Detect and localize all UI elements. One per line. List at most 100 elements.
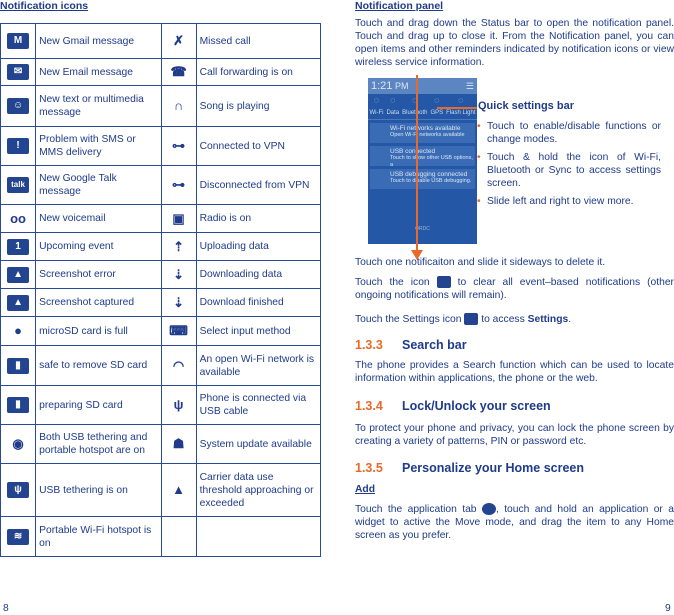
vpn-key-icon: ⊶	[172, 177, 186, 192]
icon-cell: !	[0, 126, 37, 166]
table-row: ◉ Both USB tethering and portable hotspot…	[0, 424, 322, 464]
paragraph-delete: Touch one notificaiton and slide it side…	[355, 257, 606, 268]
icon-cell: 1	[0, 232, 37, 261]
sd-remove-icon: ▮	[7, 357, 30, 374]
section-number: 1.3.4	[355, 399, 383, 413]
icon-cell: ⇡	[160, 232, 197, 261]
icon-cell: oo	[0, 204, 37, 233]
icon-cell: ⇣	[160, 288, 197, 317]
icon-cell: ▣	[160, 204, 197, 233]
icon-cell: ✉	[0, 58, 37, 86]
callout-label: Quick settings bar	[478, 100, 574, 112]
upload-icon: ⇡	[173, 238, 184, 254]
quick-setting-label: Bluetooth	[402, 109, 428, 116]
text: to access	[481, 314, 525, 325]
radio-icon: ▣	[172, 210, 185, 226]
icon-cell: ☎	[160, 58, 197, 86]
icon-cell: ▮	[0, 385, 37, 425]
icon-cell: ⊶	[160, 165, 197, 205]
quick-setting-icon: ◌	[412, 94, 418, 105]
quick-setting-1[interactable]: ◌ Data	[386, 94, 399, 120]
quick-setting-icon: ◌	[434, 94, 440, 105]
text: .	[568, 314, 572, 325]
notification-subtitle: Open Wi-Fi networks available	[390, 132, 465, 138]
icon-cell: ✗	[160, 23, 197, 59]
section-number: 1.3.5	[355, 461, 383, 475]
sd-prepare-icon: ▮	[7, 397, 30, 413]
icon-description: System update available	[195, 424, 322, 464]
table-row: ≋ Portable Wi-Fi hotspot is on	[0, 516, 322, 557]
usb-tether-icon: ψ	[7, 482, 30, 498]
table-row: ▲ Screenshot captured ⇣ Download finished	[0, 288, 322, 317]
icon-description: An open Wi-Fi network is available	[195, 345, 322, 386]
icon-description: Download finished	[195, 288, 322, 317]
quick-setting-icon: ◌	[390, 94, 396, 105]
table-row: ▲ Screenshot error ⇣ Downloading data	[0, 260, 322, 289]
vpn-key-icon: ⊶	[172, 138, 186, 153]
hotspot-usb-icon: ◉	[12, 436, 24, 451]
headphones-icon: ∩	[173, 98, 184, 113]
icon-description: Phone is connected via USB cable	[195, 385, 322, 425]
icon-description: New Email message	[35, 58, 162, 86]
icon-description: New Gmail message	[35, 23, 162, 59]
screenshot-icon: ▲	[7, 294, 30, 311]
bullet-item: Touch & hold the icon of Wi-Fi, Bluetoot…	[477, 151, 661, 190]
icon-description: Disconnected from VPN	[195, 165, 322, 205]
table-row: ▮ preparing SD card ψ Phone is connected vi…	[0, 385, 322, 425]
icon-description: Radio is on	[195, 204, 322, 233]
missed-call-icon: ✗	[173, 33, 184, 48]
icon-description: Both USB tethering and portable hotspot …	[35, 424, 162, 464]
icon-description: Upcoming event	[35, 232, 162, 261]
table-row: 1 Upcoming event ⇡ Uploading data	[0, 232, 322, 261]
icon-description: Carrier data use threshold approaching o…	[195, 463, 322, 517]
notification-item[interactable]: USB debugging connected Touch to disable …	[370, 169, 475, 189]
sd-full-icon: ●	[14, 323, 22, 338]
icon-description: Connected to VPN	[195, 126, 322, 166]
icon-cell: ☺	[0, 85, 37, 127]
icon-description: Call forwarding is on	[195, 58, 322, 86]
table-row: talk New Google Talk message ⊶ Disconnected…	[0, 165, 322, 205]
icon-cell: M	[0, 23, 37, 59]
section-heading: Lock/Unlock your screen	[402, 399, 551, 413]
icon-description: New voicemail	[35, 204, 162, 233]
application-tab-icon	[481, 503, 496, 516]
icon-cell: ψ	[0, 463, 37, 517]
notification-item[interactable]: USB connected Touch to show other USB opt…	[370, 146, 475, 168]
notification-title: Wi-Fi networks available	[390, 125, 461, 132]
intro-paragraph: Touch and drag down the Status bar to op…	[355, 18, 674, 68]
text: Touch the application tab	[355, 504, 477, 515]
section-number: 1.3.3	[355, 338, 383, 352]
icon-cell: talk	[0, 165, 37, 205]
download-icon: ⇣	[173, 266, 184, 282]
icon-cell: ▮	[0, 345, 37, 386]
icon-description: preparing SD card	[35, 385, 162, 425]
wifi-hotspot-icon: ≋	[7, 528, 30, 545]
table-row: ✉ New Email message ☎ Call forwarding is on	[0, 58, 322, 86]
icon-cell	[160, 516, 197, 557]
panel-title: Notification panel	[355, 0, 444, 12]
table-row: M New Gmail message ✗ Missed call	[0, 23, 322, 59]
notification-title: USB debugging connected	[390, 171, 468, 178]
quick-setting-0[interactable]: ◌ Wi-Fi	[369, 94, 383, 120]
icon-cell: ⇣	[160, 260, 197, 289]
icon-description: Select input method	[195, 316, 322, 346]
table-row: oo New voicemail ▣ Radio is on	[0, 204, 322, 233]
clear-all-icon	[436, 276, 451, 289]
text: Touch the Settings icon	[355, 314, 462, 325]
quick-setting-icon: ◌	[458, 94, 464, 105]
quick-setting-2[interactable]: ◌ Bluetooth	[402, 94, 427, 120]
table-row: ● microSD card is full ⌨ Select input metho…	[0, 316, 322, 346]
download-done-icon: ⇣	[173, 294, 184, 310]
gmail-icon: M	[7, 33, 30, 49]
icon-description: Screenshot captured	[35, 288, 162, 317]
icon-cell: ▲	[0, 288, 37, 317]
usb-icon: ψ	[173, 397, 184, 412]
icon-cell: ●	[0, 316, 37, 346]
callout-line	[437, 107, 477, 109]
notification-item[interactable]: Wi-Fi networks available Open Wi-Fi netwo…	[370, 123, 475, 143]
table-row: ! Problem with SMS or MMS delivery ⊶ Connec…	[0, 126, 322, 166]
quick-setting-label: Wi-Fi	[369, 109, 384, 116]
android-icon: ☗	[172, 436, 185, 451]
icon-description	[195, 516, 322, 557]
bullet-item: Touch to enable/disable functions or cha…	[477, 120, 661, 146]
